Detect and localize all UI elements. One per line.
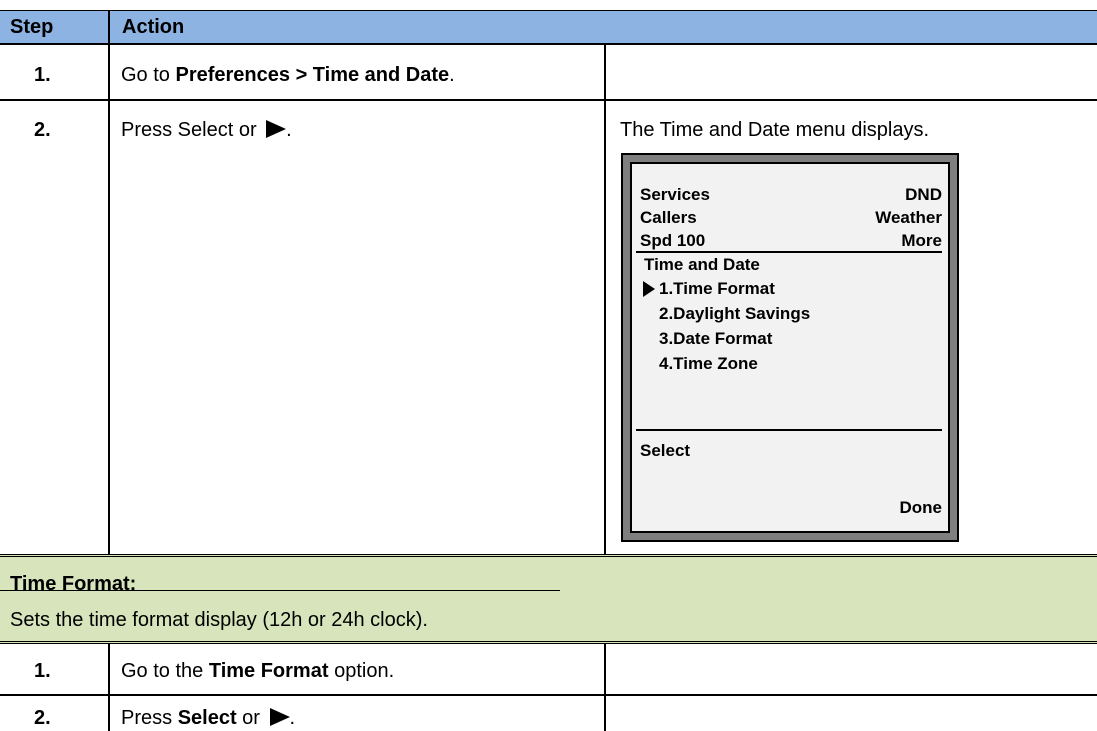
right-arrow-icon	[266, 120, 287, 138]
row-divider	[0, 694, 1097, 696]
procedure-table: Step Action 1. Go to Preferences > Time …	[0, 0, 1097, 731]
menu-item: 4.Time Zone	[659, 354, 758, 373]
row-action-text: Press Select or .	[121, 119, 292, 141]
menu-item: 2.Daylight Savings	[659, 304, 811, 323]
row-step-number: 1.	[34, 64, 51, 86]
menu-title: Time and Date	[644, 255, 760, 274]
col-divider	[604, 644, 606, 731]
softkey-weather: Weather	[875, 208, 942, 227]
section-divider	[0, 590, 560, 591]
screen-divider	[636, 251, 942, 253]
row-action-text: Go to Preferences > Time and Date.	[121, 64, 455, 86]
col-divider	[604, 45, 606, 554]
phone-screen: Services Callers Spd 100 DND Weather Mor…	[630, 162, 950, 533]
row-result-text: The Time and Date menu displays.	[620, 119, 930, 141]
selection-arrow-icon	[643, 281, 655, 297]
phone-display: Services Callers Spd 100 DND Weather Mor…	[621, 153, 959, 542]
row-step-number: 1.	[34, 660, 51, 682]
softkey-more: More	[901, 231, 942, 250]
softkey-dnd: DND	[905, 185, 942, 204]
softkey-spd100: Spd 100	[640, 231, 706, 250]
softkey-done: Done	[899, 498, 943, 517]
softkey-callers: Callers	[640, 208, 697, 227]
row-action-text: Press Select or .	[121, 707, 296, 729]
screen-divider	[636, 429, 942, 431]
header-action: Action	[122, 16, 185, 38]
softkey-services: Services	[640, 185, 710, 204]
right-arrow-icon	[269, 708, 290, 726]
header-step: Step	[10, 16, 54, 38]
row-step-number: 2.	[34, 119, 51, 141]
col-divider	[108, 644, 110, 731]
section-title: Time Format:	[10, 573, 137, 595]
row-divider	[0, 99, 1097, 101]
row-step-number: 2.	[34, 707, 51, 729]
table-header: Step Action	[0, 10, 1097, 45]
row-action-text: Go to the Time Format option.	[121, 660, 395, 682]
menu-item: 3.Date Format	[659, 329, 773, 348]
col-divider	[108, 45, 110, 554]
section-band: Time Format: Sets the time format displa…	[0, 554, 1097, 644]
menu-item: 1.Time Format	[659, 279, 775, 298]
softkey-select: Select	[640, 441, 691, 460]
section-description: Sets the time format display (12h or 24h…	[10, 609, 428, 631]
col-divider	[108, 10, 110, 45]
